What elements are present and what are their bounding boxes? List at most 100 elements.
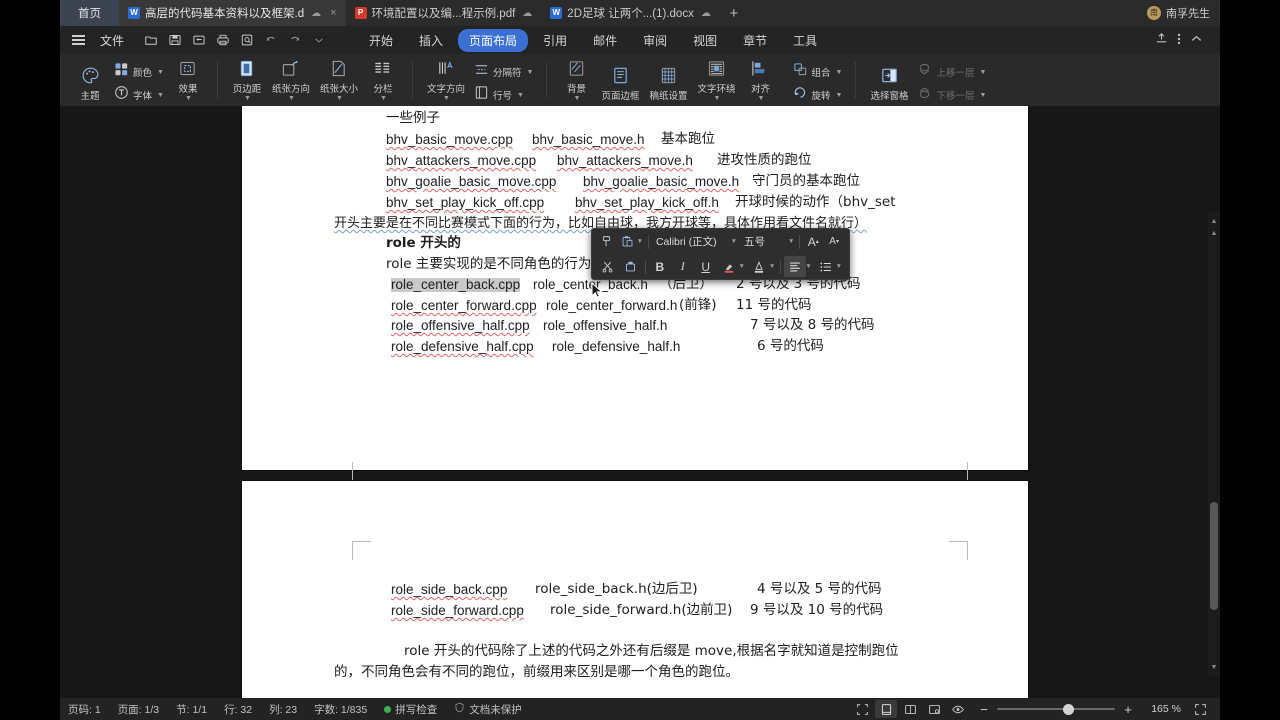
full-screen-icon[interactable] xyxy=(851,700,873,718)
underline-icon[interactable]: U xyxy=(695,256,717,277)
save-icon[interactable] xyxy=(164,29,186,51)
chevron-down-icon[interactable]: ▼ xyxy=(157,92,164,99)
highlight-icon[interactable] xyxy=(718,256,740,277)
chevron-down-icon[interactable]: ▼ xyxy=(731,238,737,245)
line-numbers-button[interactable]: 行号 ▼ xyxy=(474,85,533,105)
tab-insert[interactable]: 插入 xyxy=(408,29,454,52)
document-canvas[interactable]: 一些例子 bhv_basic_move.cpp bhv_basic_move.h… xyxy=(60,106,1220,698)
chevron-down-icon[interactable]: ▼ xyxy=(336,95,343,102)
file-menu-button[interactable]: 文件 xyxy=(92,32,132,49)
italic-icon[interactable]: I xyxy=(672,256,694,277)
tab-page-layout[interactable]: 页面布局 xyxy=(458,28,529,52)
scroll-down-icon[interactable]: ▼ xyxy=(1208,660,1220,674)
vertical-scrollbar[interactable]: ▲ ▲ ▼ xyxy=(1208,212,1220,676)
tab-review[interactable]: 审阅 xyxy=(632,29,678,52)
chevron-down-icon[interactable]: ▼ xyxy=(836,263,842,270)
zoom-slider[interactable] xyxy=(997,702,1115,716)
tab-mailings[interactable]: 邮件 xyxy=(582,29,628,52)
mini-format-toolbar[interactable]: ▼ Calibri (正文) ▼ 五号 ▼ A ▴ A ▾ B I U ▼ ▼ … xyxy=(591,228,850,280)
user-account[interactable]: 南 南孚先生 xyxy=(1137,0,1220,26)
font-name-input[interactable]: Calibri (正文) xyxy=(652,234,732,249)
chevron-down-icon[interactable]: ▼ xyxy=(714,95,721,102)
breaks-button[interactable]: 分隔符 ▼ xyxy=(474,62,533,82)
copy-icon[interactable] xyxy=(620,256,642,277)
group-button[interactable]: 组合 ▼ xyxy=(793,62,843,82)
chevron-down-icon[interactable]: ▼ xyxy=(979,92,986,99)
chevron-down-icon[interactable]: ▼ xyxy=(157,69,164,76)
tab-document-2[interactable]: P 环境配置以及编...程示例.pdf ☁ xyxy=(346,0,542,26)
grow-font-icon[interactable]: A ▴ xyxy=(803,231,823,252)
undo-icon[interactable] xyxy=(260,29,282,51)
chevron-down-icon[interactable]: ▼ xyxy=(288,95,295,102)
columns-button[interactable]: 分栏 ▼ xyxy=(364,55,402,105)
zoom-in-button[interactable]: + xyxy=(1122,702,1134,717)
chevron-down-icon[interactable]: ▼ xyxy=(758,95,765,102)
focus-icon[interactable] xyxy=(947,700,969,718)
print-icon[interactable] xyxy=(212,29,234,51)
chevron-down-icon[interactable]: ▼ xyxy=(836,92,843,99)
chevron-down-icon[interactable]: ▼ xyxy=(739,263,745,270)
chevron-down-icon[interactable]: ▼ xyxy=(517,92,524,99)
close-icon[interactable]: × xyxy=(330,7,336,19)
margins-button[interactable]: 页边距 ▼ xyxy=(228,55,266,105)
chevron-down-icon[interactable]: ▼ xyxy=(244,95,251,102)
save-as-icon[interactable] xyxy=(188,29,210,51)
web-layout-icon[interactable] xyxy=(923,700,945,718)
chevron-down-icon[interactable]: ▼ xyxy=(527,69,534,76)
scrollbar-thumb[interactable] xyxy=(1210,502,1218,610)
chevron-down-icon[interactable]: ▼ xyxy=(380,95,387,102)
zoom-out-button[interactable]: − xyxy=(978,702,990,717)
font-color-icon[interactable] xyxy=(748,256,770,277)
text-wrap-button[interactable]: 文字环绕 ▼ xyxy=(693,55,739,105)
tab-tools[interactable]: 工具 xyxy=(782,29,828,52)
paste-icon[interactable] xyxy=(618,231,638,252)
redo-icon[interactable] xyxy=(284,29,306,51)
print-preview-icon[interactable] xyxy=(236,29,258,51)
tab-document-3[interactable]: W 2D足球 让两个...(1).docx ☁ xyxy=(541,0,720,26)
effects-button[interactable]: 效果 ▼ xyxy=(169,55,207,105)
align-icon[interactable] xyxy=(784,256,807,277)
hamburger-icon[interactable] xyxy=(69,31,87,49)
chevron-down-icon[interactable]: ▼ xyxy=(788,238,794,245)
zoom-percent-label[interactable]: 165 % xyxy=(1141,703,1181,715)
paper-size-button[interactable]: 纸张大小 ▼ xyxy=(316,55,362,105)
orientation-button[interactable]: 纸张方向 ▼ xyxy=(268,55,314,105)
fit-page-icon[interactable] xyxy=(1189,700,1211,718)
tab-home[interactable]: 首页 xyxy=(60,0,119,26)
cut-icon[interactable] xyxy=(597,256,619,277)
reading-layout-icon[interactable] xyxy=(899,700,921,718)
tab-document-1[interactable]: W 高层的代码基本资料以及框架.d ☁ × xyxy=(119,0,346,26)
shrink-font-icon[interactable]: A ▾ xyxy=(824,231,844,252)
colors-button[interactable]: 颜色 ▼ xyxy=(114,62,164,82)
fonts-button[interactable]: 字体 ▼ xyxy=(114,85,164,105)
document-protection-status[interactable]: 文档未保护 xyxy=(454,702,522,717)
background-button[interactable]: 背景 ▼ xyxy=(557,55,595,105)
page-border-button[interactable]: 页面边框 xyxy=(597,62,643,105)
more-icon[interactable] xyxy=(1177,32,1181,49)
bold-icon[interactable]: B xyxy=(649,256,671,277)
text-direction-button[interactable]: 文字方向 ▼ xyxy=(423,55,469,105)
selection-pane-button[interactable]: 选择窗格 xyxy=(866,62,912,105)
zoom-slider-handle[interactable] xyxy=(1063,703,1074,715)
tab-references[interactable]: 引用 xyxy=(532,29,578,52)
chevron-down-icon[interactable]: ▼ xyxy=(637,238,643,245)
new-tab-button[interactable]: + xyxy=(720,0,748,26)
chevron-down-icon[interactable]: ▼ xyxy=(185,95,192,102)
chevron-down-icon[interactable]: ▼ xyxy=(836,69,843,76)
customize-icon[interactable] xyxy=(308,29,330,51)
chevron-down-icon[interactable]: ▼ xyxy=(979,69,986,76)
grid-paper-button[interactable]: 稿纸设置 xyxy=(645,62,691,105)
scroll-prev-page-icon[interactable]: ▲ xyxy=(1208,226,1220,240)
share-icon[interactable] xyxy=(1154,31,1169,49)
chevron-down-icon[interactable]: ▼ xyxy=(573,95,580,102)
open-icon[interactable] xyxy=(140,29,162,51)
list-icon[interactable] xyxy=(815,256,837,277)
print-layout-icon[interactable] xyxy=(875,700,897,718)
format-painter-icon[interactable] xyxy=(597,231,617,252)
rotate-button[interactable]: 旋转 ▼ xyxy=(793,85,843,105)
chevron-down-icon[interactable]: ▼ xyxy=(769,263,775,270)
bring-forward-button[interactable]: 上移一层 ▼ xyxy=(917,62,986,82)
collapse-ribbon-icon[interactable] xyxy=(1189,31,1204,49)
tab-view[interactable]: 视图 xyxy=(682,29,728,52)
tab-sections[interactable]: 章节 xyxy=(732,29,778,52)
